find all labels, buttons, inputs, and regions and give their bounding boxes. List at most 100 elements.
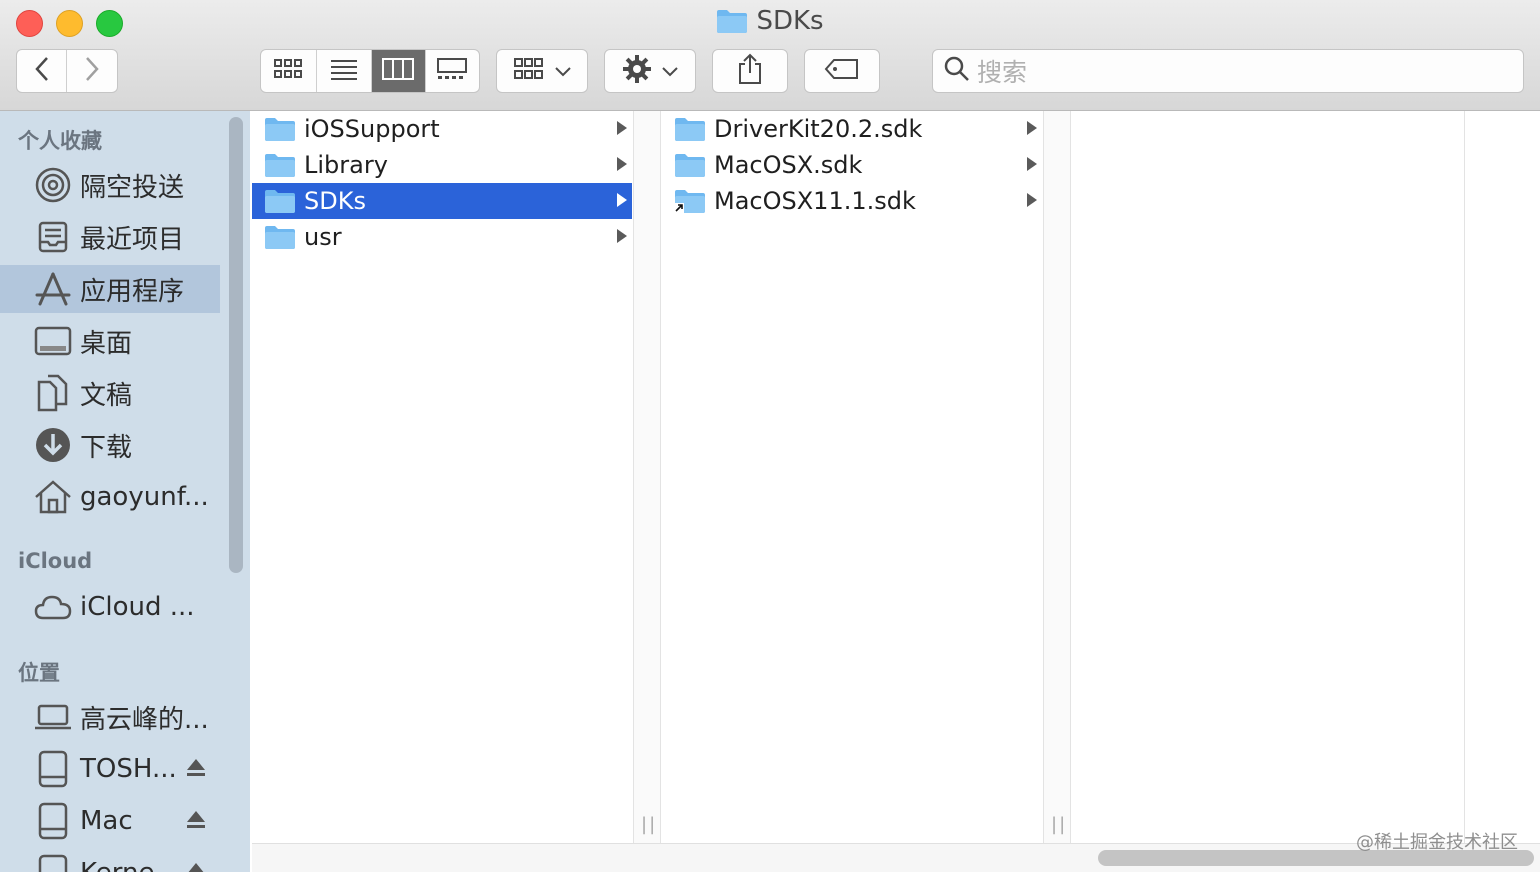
file-row[interactable]: usr: [252, 219, 632, 255]
chevron-down-icon: [555, 62, 571, 81]
sidebar-item-label: 下载: [80, 432, 133, 463]
action-button[interactable]: [604, 49, 696, 93]
downloads-icon: [32, 425, 74, 465]
sidebar-item-downloads[interactable]: 下载: [0, 421, 220, 469]
file-row[interactable]: Library: [252, 147, 632, 183]
file-row[interactable]: MacOSX.sdk: [662, 147, 1042, 183]
sidebar-section-locations: 位置: [18, 661, 60, 685]
documents-icon: [32, 373, 74, 413]
file-name: MacOSX.sdk: [714, 151, 863, 179]
column-view-button[interactable]: [372, 50, 426, 92]
column-resize-handle[interactable]: ||: [1043, 111, 1071, 843]
sidebar-item-icloud-drive[interactable]: iCloud ...: [0, 583, 220, 631]
column-4: [1464, 111, 1540, 843]
sidebar-item-computer[interactable]: 高云峰的...: [0, 693, 220, 741]
sidebar-section-favorites: 个人收藏: [18, 129, 102, 153]
sidebar-item-airdrop[interactable]: 隔空投送: [0, 161, 220, 209]
applications-icon: [32, 269, 74, 309]
disclosure-arrow-icon: [616, 156, 628, 176]
folder-icon: [716, 8, 748, 41]
disclosure-arrow-icon: [1026, 192, 1038, 212]
file-name: DriverKit20.2.sdk: [714, 115, 923, 143]
eject-icon[interactable]: [186, 757, 206, 783]
folder-icon: [264, 224, 296, 250]
folder-icon: [674, 152, 706, 178]
tag-icon: [824, 58, 860, 84]
sidebar-item-label: 最近项目: [80, 224, 185, 255]
icon-view-icon: [273, 58, 303, 84]
column-view-icon: [382, 57, 415, 85]
column-resize-handle[interactable]: ||: [633, 111, 661, 843]
sidebar-item-label: gaoyunf...: [80, 482, 209, 512]
group-icon: [513, 57, 545, 85]
file-name: Library: [304, 151, 388, 179]
search-field[interactable]: 搜索: [932, 49, 1524, 93]
sidebar-item-applications[interactable]: 应用程序: [0, 265, 220, 313]
column-1: iOSSupport Library SDKs usr: [252, 111, 632, 843]
forward-button[interactable]: [67, 50, 117, 92]
sidebar-item-tosh-drive[interactable]: TOSH...: [0, 745, 220, 793]
watermark: @稀土掘金技术社区: [1356, 832, 1518, 853]
recents-icon: [32, 217, 74, 257]
eject-icon[interactable]: [186, 861, 206, 872]
sidebar-item-recents[interactable]: 最近项目: [0, 213, 220, 261]
file-name: usr: [304, 223, 342, 251]
disclosure-arrow-icon: [616, 192, 628, 212]
chevron-down-icon: [662, 62, 678, 81]
column-3: [1072, 111, 1464, 843]
folder-icon: [674, 116, 706, 142]
cloud-icon: [32, 587, 74, 627]
toolbar: SDKs 搜索: [0, 0, 1540, 111]
chevron-left-icon: [34, 56, 50, 86]
sidebar-item-label: 高云峰的...: [80, 704, 209, 735]
sidebar-item-desktop[interactable]: 桌面: [0, 317, 220, 365]
file-row[interactable]: DriverKit20.2.sdk: [662, 111, 1042, 147]
window-title-text: SDKs: [756, 6, 824, 36]
column-2: DriverKit20.2.sdk MacOSX.sdk MacOSX11.1.…: [662, 111, 1042, 843]
drive-icon: [32, 853, 74, 872]
group-button[interactable]: [496, 49, 588, 93]
sidebar-item-label: TOSH...: [80, 754, 177, 784]
desktop-icon: [32, 321, 74, 361]
disclosure-arrow-icon: [1026, 156, 1038, 176]
folder-icon: [264, 152, 296, 178]
sidebar-item-documents[interactable]: 文稿: [0, 369, 220, 417]
sidebar-item-home[interactable]: gaoyunf...: [0, 473, 220, 521]
gallery-view-button[interactable]: [426, 50, 479, 92]
share-icon: [736, 53, 764, 89]
gallery-view-icon: [436, 57, 468, 85]
drive-icon: [32, 801, 74, 841]
sidebar-item-label: 隔空投送: [80, 172, 185, 203]
file-name: iOSSupport: [304, 115, 440, 143]
sidebar-scrollbar[interactable]: [229, 117, 243, 573]
sidebar-item-mac-drive[interactable]: Mac: [0, 797, 220, 845]
list-view-button[interactable]: [317, 50, 372, 92]
back-button[interactable]: [17, 50, 68, 92]
sidebar-item-label: Mac: [80, 806, 133, 836]
sidebar-item-label: 桌面: [80, 328, 133, 359]
sidebar-item-label: iCloud ...: [80, 592, 195, 622]
disclosure-arrow-icon: [616, 228, 628, 248]
navigation-group: [16, 49, 118, 93]
folder-icon: [264, 116, 296, 142]
file-row-selected[interactable]: SDKs: [252, 183, 632, 219]
eject-icon[interactable]: [186, 809, 206, 835]
laptop-icon: [32, 697, 74, 737]
gear-icon: [622, 54, 652, 88]
sidebar-section-icloud: iCloud: [18, 549, 93, 573]
disclosure-arrow-icon: [616, 120, 628, 140]
sidebar-item-kernel-drive[interactable]: Kerne: [0, 849, 220, 872]
sidebar-item-label: 文稿: [80, 380, 133, 411]
sidebar: 个人收藏 隔空投送 最近项目 应用程序 桌面 文稿 下载 gaoyunf...: [0, 111, 250, 872]
file-row[interactable]: MacOSX11.1.sdk: [662, 183, 1042, 219]
window-title: SDKs: [0, 6, 1540, 41]
folder-alias-icon: [674, 188, 706, 214]
icon-view-button[interactable]: [261, 50, 317, 92]
sidebar-item-label: Kerne: [80, 858, 154, 872]
finder-window: SDKs 搜索 个人收藏 隔空投送 最近项目 应用程序 桌面 文稿 下载 gao…: [0, 0, 1540, 872]
search-icon: [943, 55, 971, 87]
file-row[interactable]: iOSSupport: [252, 111, 632, 147]
share-button[interactable]: [712, 49, 788, 93]
folder-icon: [264, 188, 296, 214]
tag-button[interactable]: [804, 49, 880, 93]
